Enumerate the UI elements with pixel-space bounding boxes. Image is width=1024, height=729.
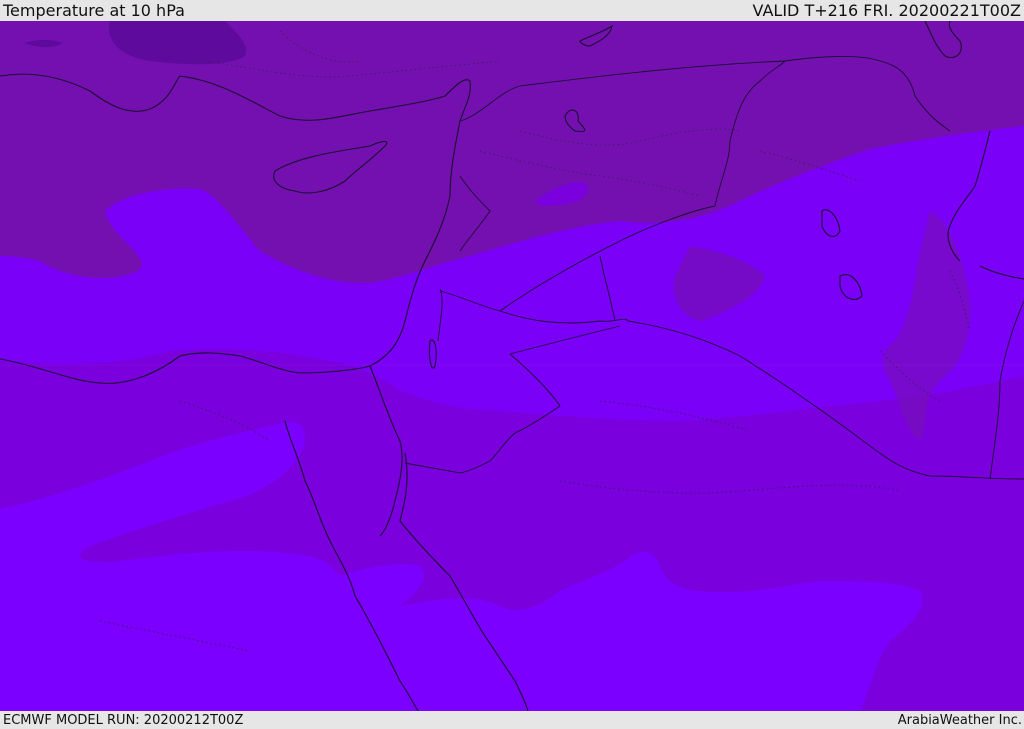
valid-time: VALID T+216 FRI. 20200221T00Z [752,1,1021,20]
model-run: ECMWF MODEL RUN: 20200212T00Z [3,712,244,728]
map-canvas [0,21,1024,711]
temperature-map[interactable] [0,21,1024,711]
map-footer: ECMWF MODEL RUN: 20200212T00Z ArabiaWeat… [0,711,1024,729]
map-header: Temperature at 10 hPa VALID T+216 FRI. 2… [0,0,1024,21]
map-title: Temperature at 10 hPa [3,1,185,20]
credit: ArabiaWeather Inc. [897,712,1022,728]
